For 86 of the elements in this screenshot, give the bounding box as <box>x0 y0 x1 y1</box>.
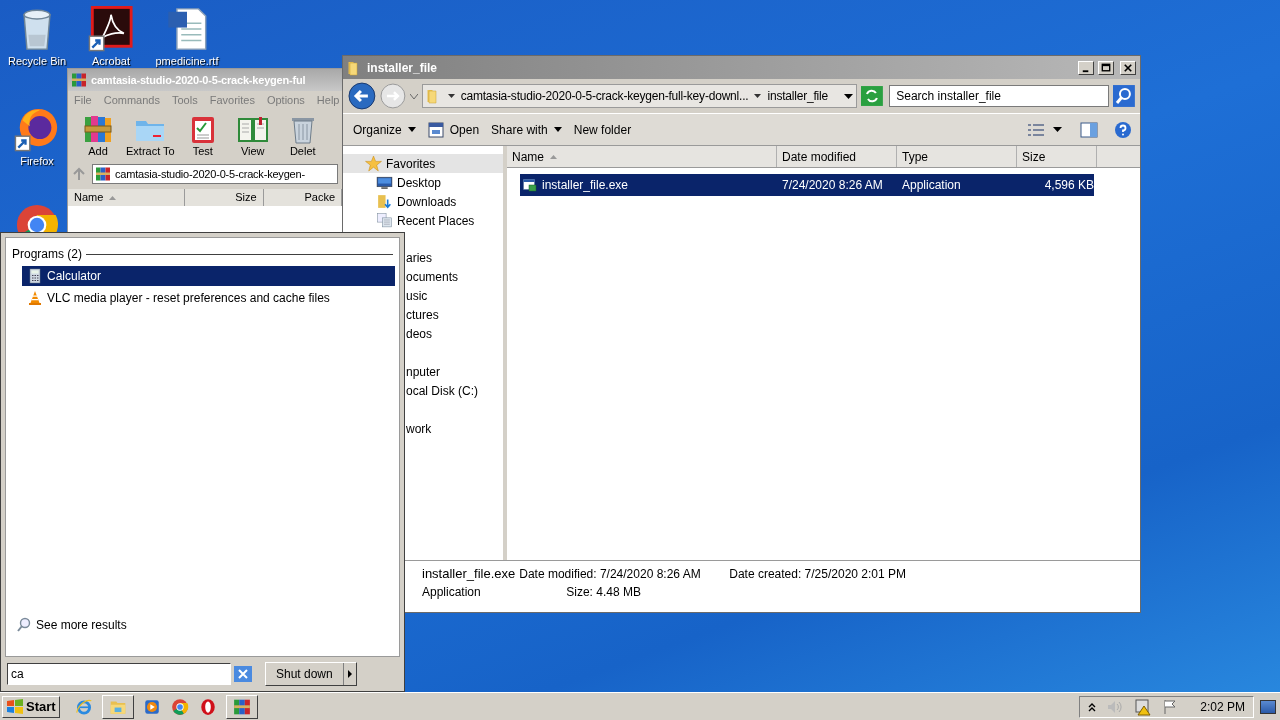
toolbar-button[interactable]: New folder <box>571 120 634 139</box>
sort-arrow-icon <box>550 154 557 159</box>
app-logo-icon <box>88 6 134 52</box>
toolbar-button[interactable]: Share with <box>489 120 564 139</box>
address-bar[interactable]: camtasia-studio-2020-0-5-crack-keygen-full-key-downl... installer_file <box>421 84 858 108</box>
search-field[interactable]: ca <box>7 663 231 685</box>
desktop-icon-label[interactable]: Acrobat <box>92 54 130 68</box>
dropdown-arrow-icon <box>407 127 416 132</box>
download-folder-icon <box>376 193 393 210</box>
results-group-heading: Programs (2) <box>12 246 82 263</box>
desktop-icon-label[interactable]: pmedicine.rtf <box>155 54 219 68</box>
maximize-icon[interactable] <box>1098 60 1114 75</box>
search-icon[interactable] <box>1113 85 1135 107</box>
back-icon[interactable] <box>348 82 376 110</box>
calculator-icon <box>27 268 43 284</box>
sort-arrow-icon <box>109 195 117 200</box>
clear-icon[interactable] <box>234 666 252 682</box>
archive-books-icon <box>71 72 87 88</box>
path-field[interactable]: camtasia-studio-2020-0-5-crack-keygen- <box>92 164 338 184</box>
date-created-text: Date created: 7/25/2020 2:01 PM <box>729 567 906 583</box>
see-more-link[interactable]: See more results <box>6 616 399 634</box>
column-header[interactable]: Type <box>897 146 1017 167</box>
file-type-text: Application <box>422 585 482 599</box>
traffic-cone-icon <box>27 290 43 306</box>
column-header[interactable]: Name <box>507 146 777 167</box>
toolbar-button[interactable]: Organize <box>351 120 418 139</box>
archive-books-icon <box>82 113 114 145</box>
minimize-icon[interactable] <box>1078 60 1094 75</box>
breadcrumb-arrow-icon[interactable] <box>754 94 762 98</box>
star-icon <box>365 155 382 172</box>
show-desktop-button[interactable] <box>1260 699 1276 714</box>
windows-logo-icon <box>6 698 24 715</box>
nav-item[interactable]: Desktop <box>343 173 503 192</box>
toolbar-button[interactable]: Test <box>180 113 225 161</box>
archive-books-icon <box>232 697 251 716</box>
search-result[interactable]: VLC media player - reset preferences and cache files <box>22 288 395 308</box>
help-icon[interactable] <box>1114 120 1132 139</box>
window-icon <box>427 121 444 138</box>
breadcrumb-arrow-icon[interactable] <box>447 94 455 98</box>
browser-icon <box>170 697 189 716</box>
nav-item[interactable]: Recent Places <box>343 211 503 230</box>
nav-item[interactable]: Downloads <box>343 192 503 211</box>
file-size-text: Size: 4.48 MB <box>565 585 642 599</box>
search-field[interactable]: Search installer_file <box>889 85 1110 107</box>
toolbar-button[interactable]: Extract To <box>126 113 175 161</box>
browser-icon <box>74 697 93 716</box>
column-header[interactable]: Size <box>185 189 264 206</box>
close-icon[interactable] <box>1120 60 1136 75</box>
date-modified-text: Date modified: 7/24/2020 8:26 AM <box>519 567 702 581</box>
archive-books-icon <box>95 166 111 182</box>
window-title: installer_file <box>367 59 439 77</box>
breadcrumb-item[interactable]: installer_file <box>767 87 829 105</box>
window-title: camtasia-studio-2020-0-5-crack-keygen-ful <box>91 72 306 88</box>
toolbar-button[interactable]: Add <box>76 113 120 161</box>
recent-places-icon <box>376 212 393 229</box>
toolbar-button[interactable]: View <box>230 113 275 161</box>
play-icon <box>142 697 161 716</box>
toolbar-button[interactable]: Open <box>425 120 482 139</box>
preview-pane-icon[interactable] <box>1080 121 1098 138</box>
toolbar-button[interactable]: Delet <box>280 113 325 161</box>
file-row[interactable]: installer_file.exe 7/24/2020 8:26 AM Application 4,596 KB <box>520 174 1094 196</box>
refresh-icon[interactable] <box>861 86 884 106</box>
desktop-icon-label[interactable]: Recycle Bin <box>7 54 67 68</box>
start-button[interactable]: Start <box>2 695 60 718</box>
nav-group[interactable]: Favorites <box>343 154 503 173</box>
desktop-icon-label[interactable]: Firefox <box>20 154 54 168</box>
chevron-up-icon[interactable] <box>1088 701 1097 712</box>
application-icon <box>522 177 538 193</box>
column-header[interactable]: Size <box>1017 146 1097 167</box>
search-result[interactable]: Calculator <box>22 266 395 286</box>
column-header[interactable]: Name <box>68 189 186 206</box>
breadcrumb-item[interactable]: camtasia-studio-2020-0-5-crack-keygen-full-key-downl... <box>460 87 749 105</box>
taskbar-button[interactable] <box>225 694 258 719</box>
taskbar-button[interactable] <box>101 694 134 719</box>
file-name-text: installer_file.exe <box>422 567 516 581</box>
browser-icon <box>198 697 217 716</box>
column-header[interactable]: Date modified <box>777 146 897 167</box>
dropdown-arrow-icon[interactable] <box>1053 127 1062 132</box>
search-icon <box>16 617 32 633</box>
browser-icon <box>14 106 60 152</box>
column-header[interactable]: Packe <box>263 189 342 206</box>
dropdown-arrow-icon[interactable] <box>844 93 854 99</box>
view-options-icon[interactable] <box>1027 122 1045 137</box>
monitor-icon <box>376 174 393 191</box>
network-warning-icon[interactable] <box>1134 697 1153 716</box>
dropdown-arrow-icon <box>553 127 562 132</box>
